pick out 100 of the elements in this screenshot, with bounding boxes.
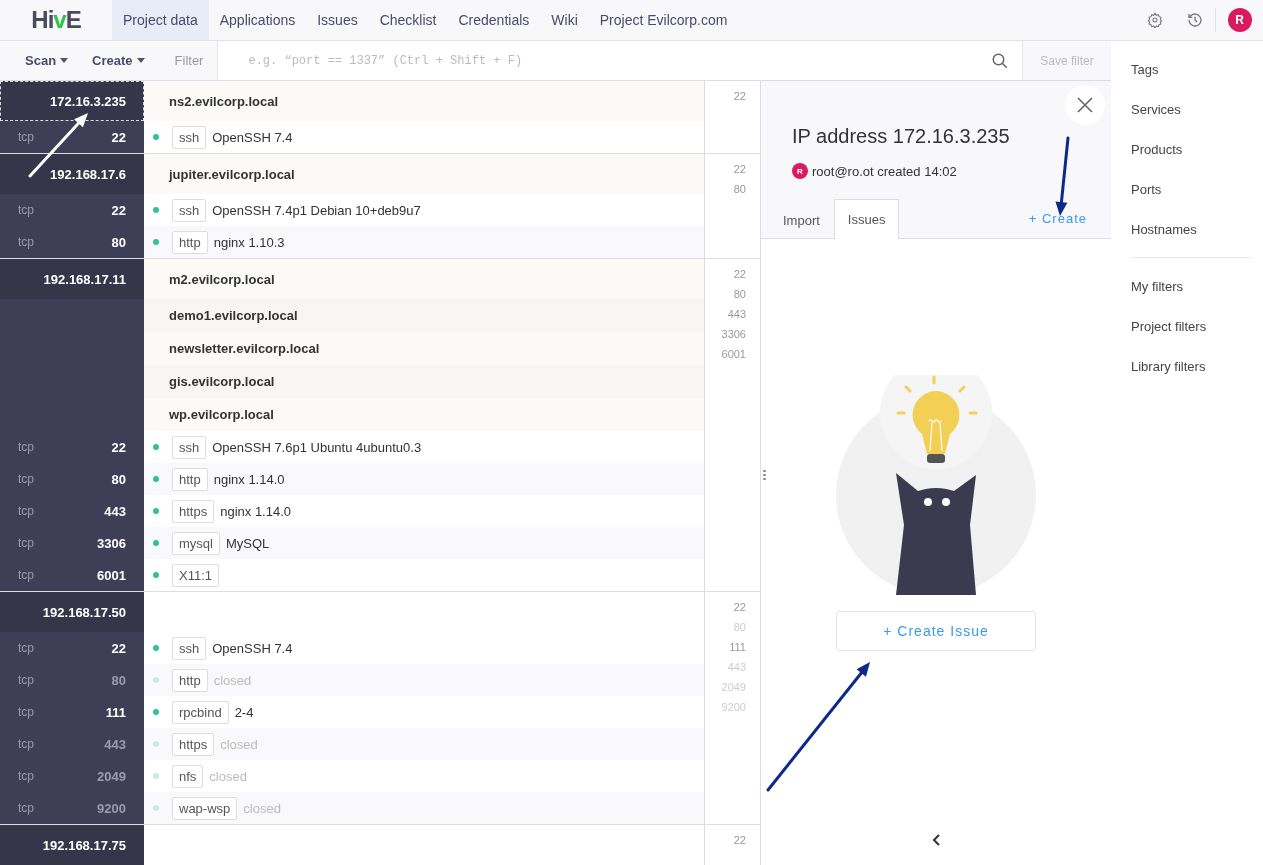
sidebar-item[interactable]: Services bbox=[1131, 89, 1251, 129]
product-text: nginx 1.14.0 bbox=[213, 471, 285, 487]
filter-field[interactable]: e.g. “port == 1337” (Ctrl + Shift + F) bbox=[217, 41, 978, 80]
port-number: 111 bbox=[105, 704, 126, 720]
product-text: 2-4 bbox=[234, 704, 254, 720]
port-number: 9200 bbox=[97, 800, 126, 816]
product-text: OpenSSH 7.4 bbox=[212, 129, 293, 145]
caret-icon bbox=[60, 58, 69, 63]
product-text: OpenSSH 7.6p1 Ubuntu 4ubuntu0.3 bbox=[212, 439, 422, 455]
hostname-row[interactable]: wp.evilcorp.local bbox=[144, 398, 704, 431]
service-tag: wap-wsp bbox=[172, 796, 238, 820]
port-number: 6001 bbox=[97, 567, 126, 583]
product-text: MySQL bbox=[225, 535, 270, 551]
sidebar-item[interactable]: Ports bbox=[1131, 169, 1251, 209]
sidebar-item[interactable]: Hostnames bbox=[1131, 209, 1251, 249]
detail-tab[interactable]: Import bbox=[769, 201, 834, 239]
protocol-label: tcp bbox=[18, 641, 34, 655]
product-text: closed bbox=[213, 672, 252, 688]
service-tag: mysql bbox=[172, 531, 220, 555]
hostname-row[interactable]: jupiter.evilcorp.local bbox=[144, 154, 704, 194]
service-tag: ssh bbox=[172, 435, 207, 459]
nav-tab[interactable]: Issues bbox=[306, 0, 369, 40]
resize-handle[interactable] bbox=[763, 469, 766, 481]
port-list-number: 111 bbox=[729, 640, 746, 655]
service-tag: ssh bbox=[172, 636, 207, 660]
protocol-label: tcp bbox=[18, 440, 34, 454]
user-avatar[interactable]: R bbox=[1227, 8, 1252, 32]
service-tag: ssh bbox=[172, 125, 207, 149]
port-number: 443 bbox=[104, 503, 126, 519]
port-number: 443 bbox=[104, 736, 126, 752]
protocol-label: tcp bbox=[18, 203, 34, 217]
hostname-row[interactable]: m2.evilcorp.local bbox=[144, 259, 704, 299]
port-list-number: 80 bbox=[733, 287, 746, 302]
product-text: closed bbox=[220, 736, 258, 752]
search-icon bbox=[991, 51, 1009, 70]
port-number: 2049 bbox=[97, 768, 126, 784]
port-number: 80 bbox=[111, 672, 126, 688]
port-number: 3306 bbox=[97, 535, 126, 551]
nav-tab[interactable]: Wiki bbox=[540, 0, 589, 40]
created-info: root@ro.ot created 14:02 bbox=[812, 163, 957, 179]
port-list-number: 22 bbox=[733, 833, 746, 848]
nav-tab[interactable]: Project Evilcorp.com bbox=[588, 0, 739, 40]
settings-icon[interactable] bbox=[1147, 12, 1163, 28]
sidebar-item[interactable]: Project filters bbox=[1131, 306, 1251, 346]
port-number: 22 bbox=[111, 202, 126, 218]
close-icon bbox=[1077, 97, 1093, 113]
detail-tab[interactable]: Issues bbox=[833, 199, 900, 239]
nav-tab[interactable]: Credentials bbox=[447, 0, 541, 40]
protocol-label: tcp bbox=[18, 705, 34, 719]
protocol-label: tcp bbox=[18, 235, 34, 249]
port-number: 80 bbox=[111, 471, 126, 487]
ip-address-cell[interactable]: 192.168.17.6 bbox=[0, 154, 144, 194]
chevron-left-icon[interactable] bbox=[932, 834, 940, 846]
port-list-number: 6001 bbox=[721, 347, 746, 362]
hostname-row[interactable]: demo1.evilcorp.local bbox=[144, 299, 704, 332]
port-list-number: 80 bbox=[733, 182, 746, 197]
protocol-label: tcp bbox=[18, 737, 34, 751]
nav-tab[interactable]: Project data bbox=[112, 0, 209, 40]
protocol-label: tcp bbox=[18, 568, 34, 582]
sidebar-item[interactable]: My filters bbox=[1131, 266, 1251, 306]
hostname-row[interactable]: ns2.evilcorp.local bbox=[144, 81, 704, 121]
history-icon[interactable] bbox=[1187, 12, 1203, 28]
creator-avatar: R bbox=[792, 163, 808, 179]
caret-icon bbox=[136, 58, 145, 63]
ip-address-cell[interactable]: 172.16.3.235 bbox=[0, 81, 144, 121]
protocol-label: tcp bbox=[18, 673, 34, 687]
service-tag: http bbox=[172, 467, 208, 491]
nav-tab[interactable]: Applications bbox=[208, 0, 307, 40]
sidebar-item[interactable]: Tags bbox=[1131, 49, 1251, 89]
sidebar-item[interactable]: Library filters bbox=[1131, 346, 1251, 386]
port-list-number: 22 bbox=[733, 162, 746, 177]
ip-address-cell[interactable]: 192.168.17.50 bbox=[0, 592, 144, 632]
hostname-row[interactable]: gis.evilcorp.local bbox=[144, 365, 704, 398]
service-tag: https bbox=[172, 499, 215, 523]
product-text: closed bbox=[243, 800, 281, 816]
product-text: nginx 1.14.0 bbox=[220, 503, 292, 519]
service-tag: rpcbind bbox=[172, 700, 229, 724]
product-text: OpenSSH 7.4 bbox=[212, 640, 293, 656]
port-list-number: 22 bbox=[733, 267, 746, 282]
ip-address-cell[interactable]: 192.168.17.75 bbox=[0, 825, 144, 865]
port-list-number: 3306 bbox=[721, 327, 746, 342]
hive-logo: HivE bbox=[30, 5, 82, 35]
port-list-number: 443 bbox=[727, 307, 746, 322]
close-button[interactable] bbox=[1065, 85, 1105, 125]
hostname-row[interactable]: newsletter.evilcorp.local bbox=[144, 332, 704, 365]
create-dropdown[interactable]: Create bbox=[80, 41, 157, 80]
ip-address-cell[interactable]: 192.168.17.11 bbox=[0, 259, 144, 299]
protocol-label: tcp bbox=[18, 769, 34, 783]
sidebar-item[interactable]: Products bbox=[1131, 129, 1251, 169]
service-tag: http bbox=[172, 668, 208, 692]
service-tag: http bbox=[172, 230, 208, 254]
product-text: nginx 1.10.3 bbox=[213, 234, 285, 250]
protocol-label: tcp bbox=[18, 504, 34, 518]
scan-dropdown[interactable]: Scan bbox=[0, 41, 81, 80]
port-list-number: 22 bbox=[733, 600, 746, 615]
nav-tab[interactable]: Checklist bbox=[368, 0, 448, 40]
search-button[interactable] bbox=[978, 41, 1022, 80]
product-text: OpenSSH 7.4p1 Debian 10+deb9u7 bbox=[212, 202, 421, 218]
port-number: 22 bbox=[111, 439, 126, 455]
port-number: 22 bbox=[111, 129, 126, 145]
